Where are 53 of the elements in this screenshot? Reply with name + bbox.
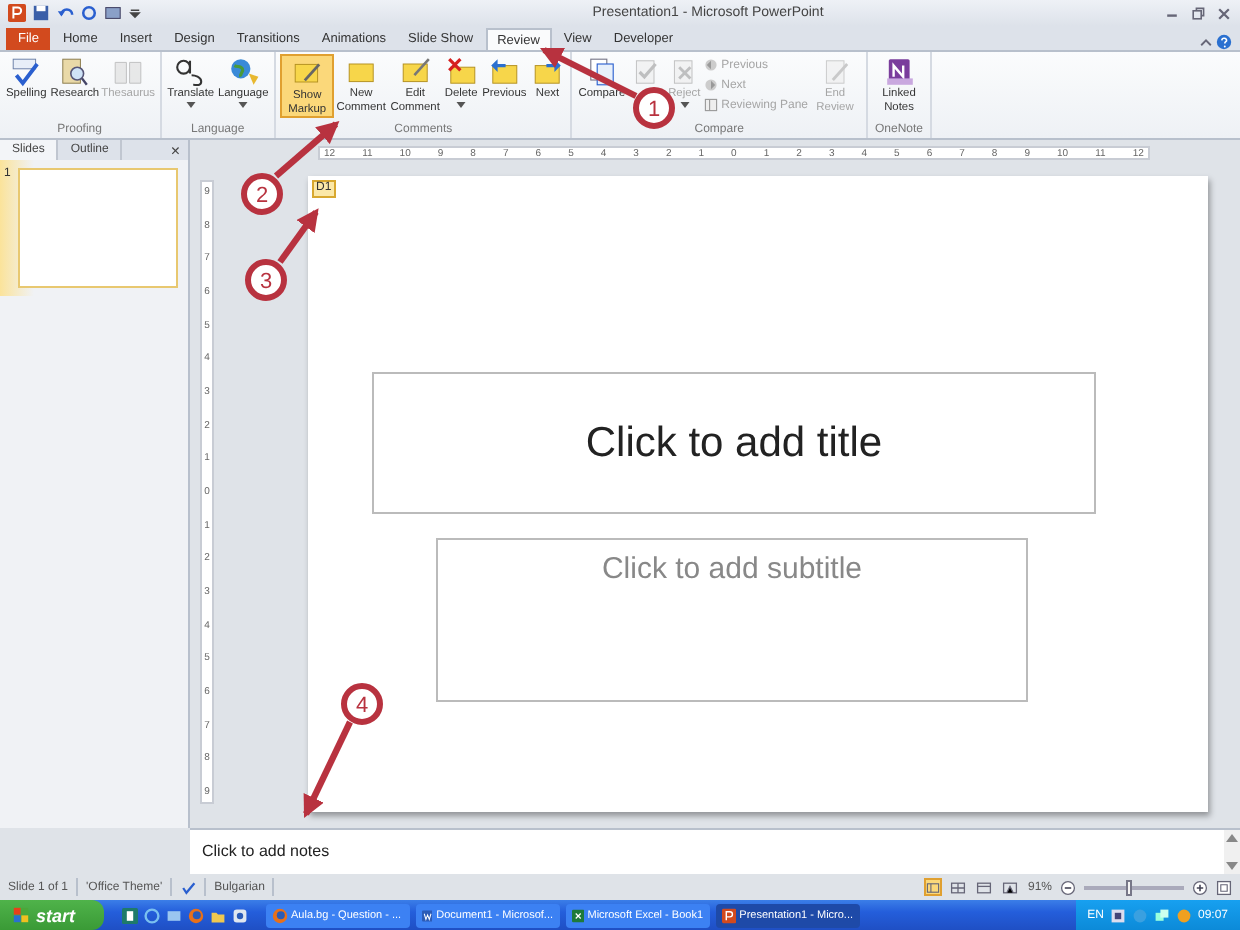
- callout-badge: 4: [341, 683, 383, 725]
- zoom-out-button[interactable]: [1060, 879, 1076, 895]
- comment-delete-icon: [445, 56, 478, 88]
- slider-thumb[interactable]: [1125, 879, 1131, 895]
- folder-icon[interactable]: [209, 907, 226, 923]
- proofing-icon[interactable]: [180, 879, 197, 895]
- title-placeholder[interactable]: Click to add title: [372, 372, 1096, 514]
- save-icon[interactable]: [32, 4, 50, 22]
- book-magnifier-icon: [58, 56, 91, 88]
- restore-icon[interactable]: [1190, 5, 1206, 21]
- translate-icon: [174, 56, 207, 88]
- app-icon[interactable]: [231, 907, 248, 923]
- comment-pencil-icon: [399, 56, 432, 88]
- windows-flag-icon: [12, 906, 30, 924]
- callout-arrow: [303, 720, 353, 819]
- app-icon[interactable]: [8, 4, 26, 22]
- callout-arrow: [277, 208, 319, 264]
- network-icon[interactable]: [1153, 907, 1170, 923]
- callout-arrow: [273, 121, 340, 179]
- globe-icon: [227, 56, 260, 88]
- publisher-icon[interactable]: [121, 907, 138, 923]
- next-icon: [703, 78, 718, 92]
- browser-icon[interactable]: [143, 907, 160, 923]
- callout-badge: 3: [245, 259, 287, 301]
- close-button[interactable]: ×: [162, 140, 188, 160]
- fit-slide-button[interactable]: [1216, 879, 1232, 895]
- zoom-in-button[interactable]: [1192, 879, 1208, 895]
- notes-field[interactable]: Click to add notes: [190, 830, 1224, 874]
- spelling-check-icon: [10, 56, 43, 88]
- previous-icon: [703, 58, 718, 72]
- scroll-up-icon[interactable]: [1226, 834, 1238, 842]
- book-icon: [112, 56, 145, 88]
- presentation-icon: [721, 907, 736, 923]
- desktop-icon[interactable]: [165, 907, 182, 923]
- browser-icon: [271, 907, 288, 923]
- close-icon[interactable]: [1216, 5, 1232, 21]
- documents-icon: [585, 56, 618, 88]
- collapse-ribbon-icon[interactable]: [1198, 34, 1214, 50]
- slide-thumbnail[interactable]: [18, 168, 178, 288]
- view-button[interactable]: [1001, 878, 1020, 896]
- spreadsheet-icon: [571, 907, 584, 923]
- undo-icon[interactable]: [56, 4, 74, 22]
- scroll-down-icon[interactable]: [1226, 862, 1238, 870]
- slideshow-icon[interactable]: [104, 4, 122, 22]
- notebook-icon: [883, 56, 915, 88]
- subtitle-placeholder[interactable]: Click to add subtitle: [436, 538, 1028, 702]
- pane-icon: [703, 98, 718, 112]
- help-icon[interactable]: [1216, 34, 1232, 50]
- redo-icon[interactable]: [80, 4, 98, 22]
- customize-caret-icon[interactable]: [128, 4, 142, 22]
- document-icon: [421, 907, 433, 923]
- callout-badge: 2: [241, 173, 283, 215]
- comment-previous-icon: [488, 56, 521, 88]
